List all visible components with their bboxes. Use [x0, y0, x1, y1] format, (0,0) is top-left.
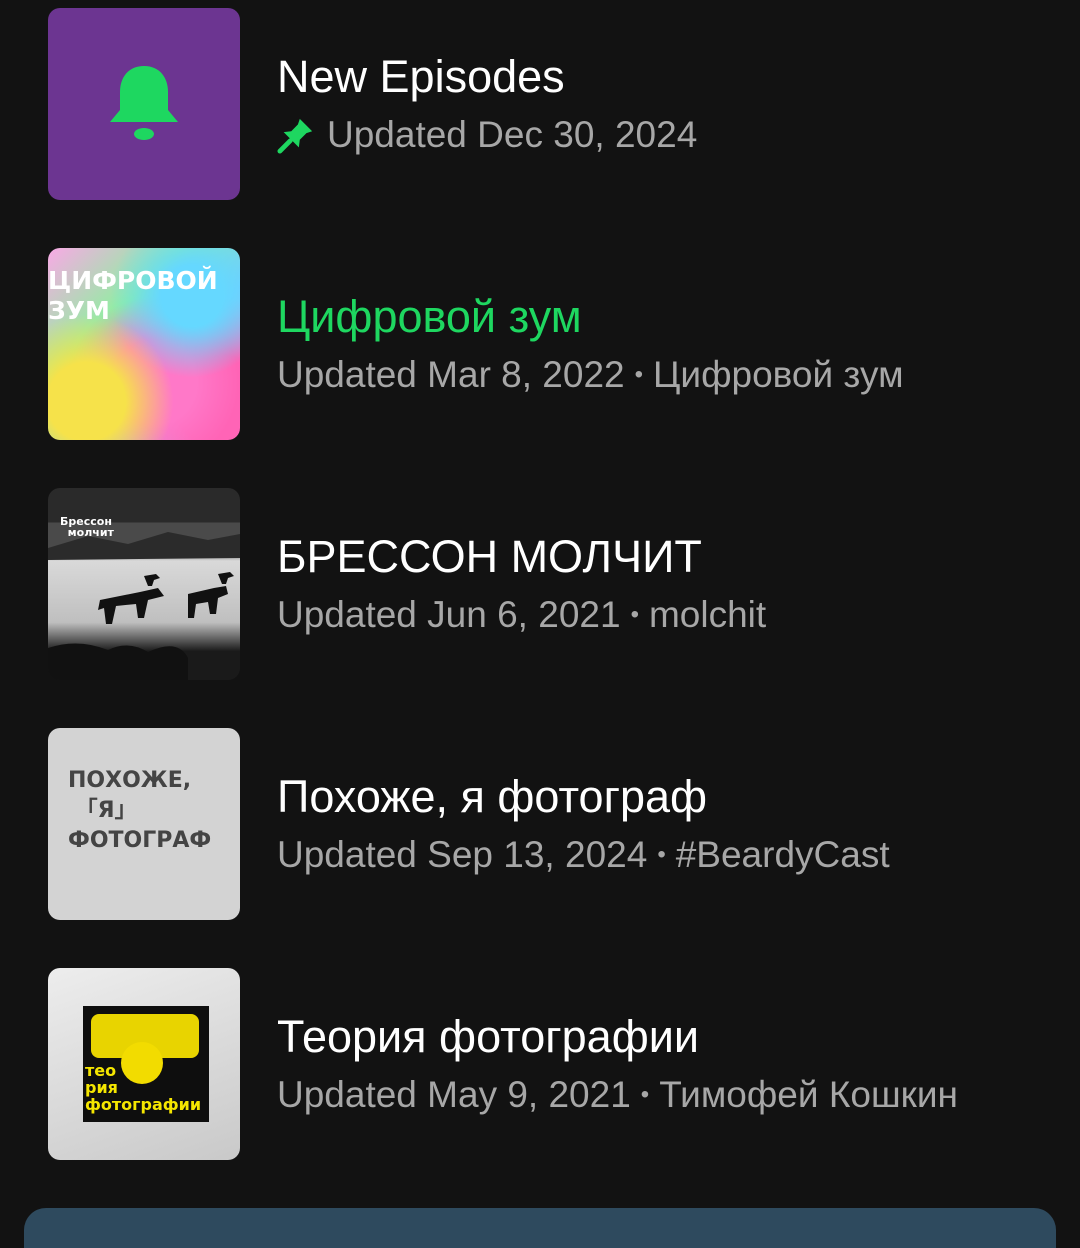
cover-art: тео рия фотографии: [83, 1006, 209, 1122]
list-item[interactable]: New Episodes Updated Dec 30, 2024: [48, 8, 1048, 200]
updated-date: Updated Mar 8, 2022: [277, 354, 625, 395]
item-title: New Episodes: [277, 51, 565, 102]
item-subtitle: Updated Jun 6, 2021 • molchit: [277, 593, 766, 637]
item-subtitle: Updated Mar 8, 2022 • Цифровой зум: [277, 353, 904, 397]
list-item[interactable]: тео рия фотографии Теория фотографии Updat…: [48, 968, 1048, 1160]
podcast-cover: ПОХОЖЕ, 「Я」 ФОТОГРАФ: [48, 728, 240, 920]
cover-logo: тео рия фотографии: [85, 1061, 202, 1114]
item-meta: БРЕССОН МОЛЧИТ Updated Jun 6, 2021 • mol…: [277, 531, 766, 637]
updated-date: Updated Sep 13, 2024: [277, 834, 648, 875]
item-title: Цифровой зум: [277, 291, 582, 342]
podcast-cover: ЦИФРОВОЙ ЗУМ: [48, 248, 240, 440]
item-title: Похоже, я фотограф: [277, 771, 708, 822]
horses-image: [48, 532, 240, 680]
item-subtitle: Updated May 9, 2021 • Тимофей Кошкин: [277, 1073, 958, 1117]
item-meta: Теория фотографии Updated May 9, 2021 • …: [277, 1011, 958, 1117]
updated-date: Updated May 9, 2021: [277, 1074, 631, 1115]
updated-date: Updated Dec 30, 2024: [327, 114, 698, 155]
cover-title-text: ЦИФРОВОЙ ЗУМ: [48, 266, 218, 325]
bell-icon: [110, 66, 178, 140]
item-author: #BeardyCast: [675, 834, 890, 875]
item-subtitle: Updated Sep 13, 2024 • #BeardyCast: [277, 833, 890, 877]
item-meta: Похоже, я фотограф Updated Sep 13, 2024 …: [277, 771, 890, 877]
item-author: Тимофей Кошкин: [659, 1074, 958, 1115]
new-episodes-cover: [48, 8, 240, 200]
item-author: molchit: [648, 594, 767, 635]
updated-date: Updated Jun 6, 2021: [277, 594, 621, 635]
item-title: Теория фотографии: [277, 1011, 700, 1062]
podcast-cover: тео рия фотографии: [48, 968, 240, 1160]
item-meta: Цифровой зум Updated Mar 8, 2022 • Цифро…: [277, 291, 904, 397]
cover-logo: ПОХОЖЕ, 「Я」 ФОТОГРАФ: [68, 768, 212, 853]
item-subtitle: Updated Dec 30, 2024: [277, 113, 697, 157]
list-item[interactable]: ЦИФРОВОЙ ЗУМ Цифровой зум Updated Mar 8, …: [48, 248, 1048, 440]
separator-dot: •: [634, 361, 644, 388]
separator-dot: •: [630, 601, 639, 628]
pin-icon: [277, 118, 313, 154]
item-title: БРЕССОН МОЛЧИТ: [277, 531, 702, 582]
list-item[interactable]: Брессон молчит БРЕССОН МОЛЧИТ Updated Ju…: [48, 488, 1048, 680]
podcast-cover: Брессон молчит: [48, 488, 240, 680]
item-meta: New Episodes Updated Dec 30, 2024: [277, 51, 697, 157]
item-author: Цифровой зум: [653, 354, 904, 395]
now-playing-bar[interactable]: [24, 1208, 1056, 1248]
separator-dot: •: [640, 1081, 650, 1108]
separator-dot: •: [657, 841, 666, 868]
list-item[interactable]: ПОХОЖЕ, 「Я」 ФОТОГРАФ Похоже, я фотограф U…: [48, 728, 1048, 920]
